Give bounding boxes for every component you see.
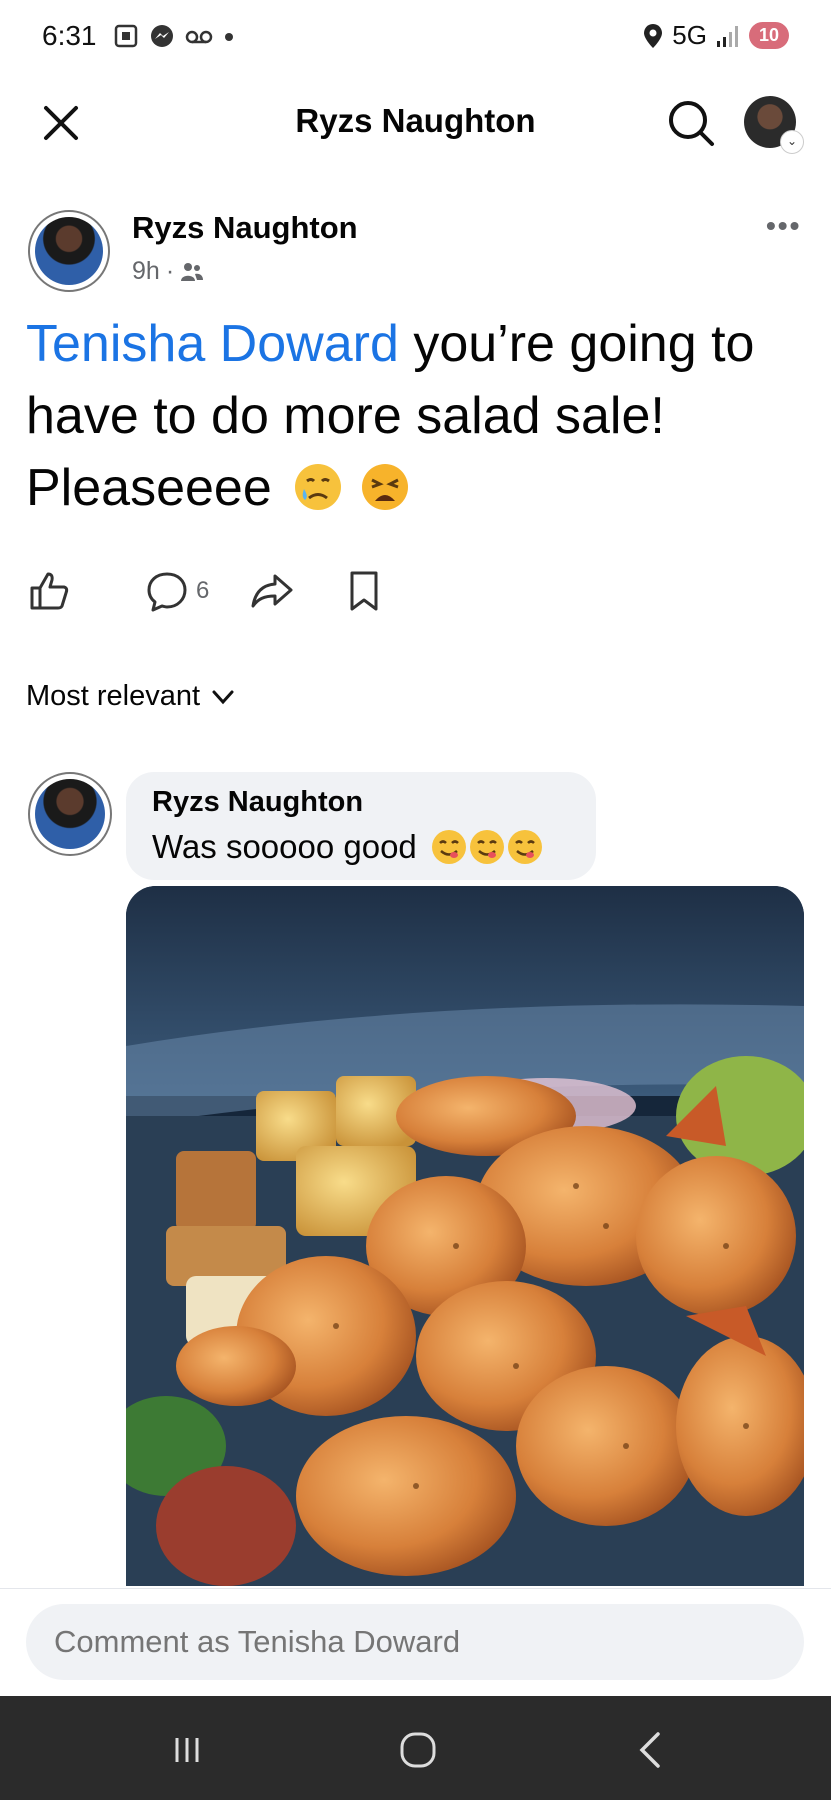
post-author-avatar[interactable] bbox=[28, 210, 110, 292]
screenshot-icon bbox=[114, 24, 138, 48]
comment-count: 6 bbox=[196, 577, 210, 604]
comment-text: Was sooooo good bbox=[152, 828, 544, 866]
post-meta: 9h · bbox=[132, 257, 204, 286]
comment-author-name[interactable]: Ryzs Naughton bbox=[152, 786, 363, 819]
mention-link[interactable]: Tenisha Doward bbox=[26, 315, 399, 373]
signal-icon bbox=[716, 25, 738, 47]
home-icon[interactable] bbox=[388, 1720, 448, 1780]
yum-face-emoji bbox=[507, 830, 542, 864]
comment-photo[interactable] bbox=[126, 886, 804, 1586]
back-icon[interactable] bbox=[622, 1720, 682, 1780]
comment-input[interactable] bbox=[54, 1624, 754, 1660]
comment-sort-dropdown[interactable]: Most relevant bbox=[26, 680, 236, 713]
more-options-icon[interactable]: ••• bbox=[766, 210, 801, 242]
post-author-name[interactable]: Ryzs Naughton bbox=[132, 210, 358, 246]
recent-apps-icon[interactable] bbox=[157, 1720, 217, 1780]
post-actions: 6 bbox=[26, 568, 387, 614]
search-icon[interactable] bbox=[664, 96, 718, 150]
friends-icon bbox=[181, 262, 204, 281]
network-label: 5G bbox=[672, 20, 707, 50]
post-text: Tenisha Doward you’re going to have to d… bbox=[26, 308, 816, 524]
yum-face-emoji bbox=[469, 830, 504, 864]
location-icon bbox=[644, 23, 663, 48]
comment-icon[interactable] bbox=[144, 568, 190, 614]
sad-relieved-face-emoji bbox=[295, 464, 342, 510]
meta-separator: · bbox=[165, 257, 175, 285]
yum-face-emoji bbox=[431, 830, 466, 864]
weary-face-emoji bbox=[361, 464, 408, 510]
chevron-down-icon[interactable]: ⌄ bbox=[780, 130, 804, 154]
comment-author-avatar[interactable] bbox=[28, 772, 112, 856]
like-icon[interactable] bbox=[26, 568, 72, 614]
post-time[interactable]: 9h bbox=[132, 257, 160, 286]
status-system-icons: 5G 10 bbox=[642, 20, 789, 51]
messenger-icon bbox=[151, 25, 173, 47]
comment-body: Was sooooo good bbox=[152, 828, 417, 865]
save-icon[interactable] bbox=[341, 568, 387, 614]
share-icon[interactable] bbox=[249, 568, 295, 614]
chevron-down-icon bbox=[212, 690, 234, 704]
status-notification-icons bbox=[112, 22, 236, 50]
battery-icon: 10 bbox=[748, 22, 789, 49]
status-time: 6:31 bbox=[42, 20, 97, 51]
sort-label: Most relevant bbox=[26, 680, 201, 712]
voicemail-icon bbox=[185, 30, 213, 44]
dot-icon bbox=[225, 33, 233, 41]
